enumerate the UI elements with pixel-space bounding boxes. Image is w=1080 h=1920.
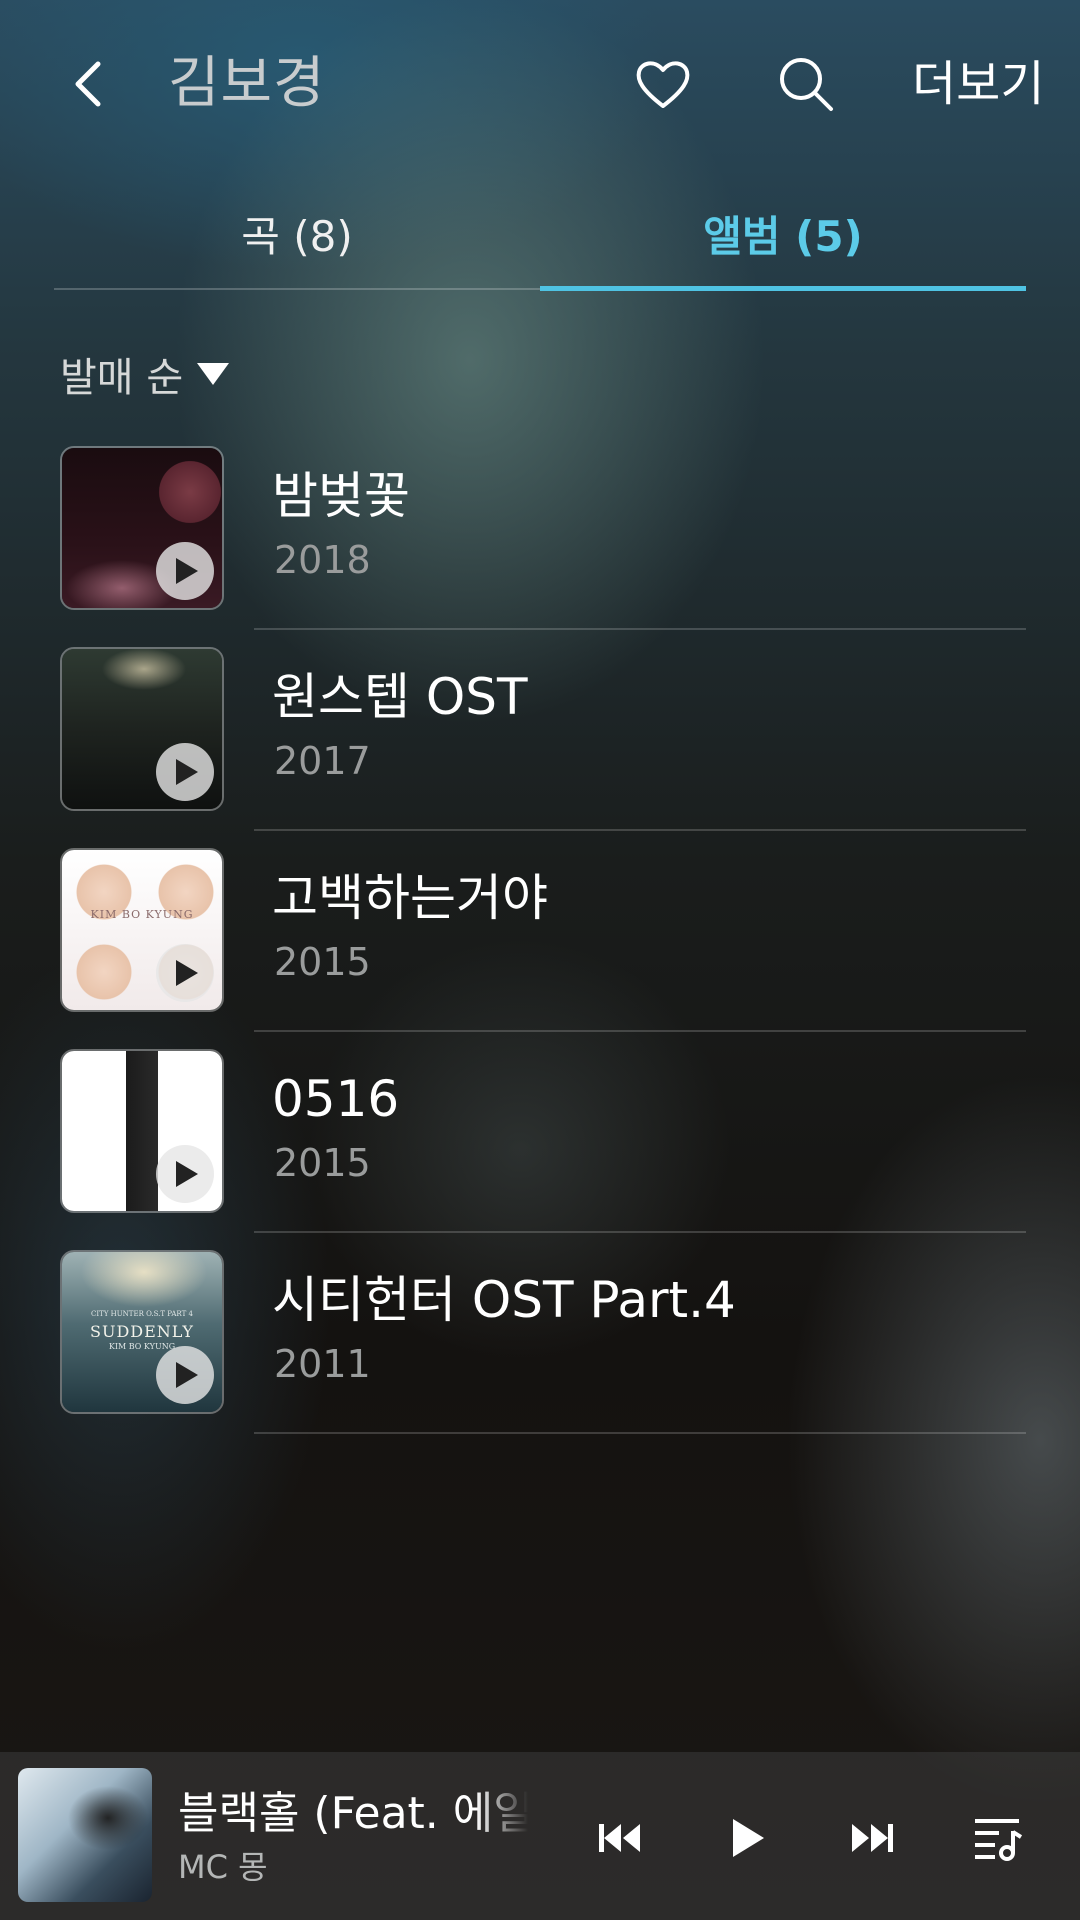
now-playing-artist: MC 몽 <box>178 1848 268 1886</box>
album-row[interactable]: 원스텝 OST 2017 <box>0 641 1080 841</box>
album-row[interactable]: 0516 2015 <box>0 1043 1080 1243</box>
queue-icon <box>975 1819 1023 1861</box>
album-year: 2018 <box>274 538 371 582</box>
album-year: 2015 <box>274 1141 371 1185</box>
play-icon <box>176 960 198 986</box>
album-year: 2015 <box>274 940 371 984</box>
previous-button[interactable] <box>582 1800 658 1876</box>
album-title: 밤벚꽃 <box>272 467 410 525</box>
album-art-text: KIM BO KYUNG <box>90 908 194 921</box>
tab-albums[interactable]: 앨범 (5) <box>540 180 1026 286</box>
tab-songs[interactable]: 곡 (8) <box>54 180 540 286</box>
play-icon <box>176 759 198 785</box>
heart-icon <box>636 61 690 108</box>
queue-button[interactable] <box>960 1800 1036 1876</box>
album-year: 2011 <box>274 1342 371 1386</box>
back-button[interactable] <box>52 48 124 120</box>
sort-label: 발매 순 <box>60 355 184 401</box>
album-play-button[interactable] <box>156 1346 214 1404</box>
album-cover[interactable] <box>60 1049 224 1213</box>
album-row[interactable]: CITY HUNTER O.S.T PART 4 SUDDENLY KIM BO… <box>0 1244 1080 1444</box>
play-icon <box>176 1362 198 1388</box>
album-cover[interactable]: CITY HUNTER O.S.T PART 4 SUDDENLY KIM BO… <box>60 1250 224 1414</box>
divider <box>254 829 1026 831</box>
album-row[interactable]: KIM BO KYUNG 고백하는거야 2015 <box>0 842 1080 1042</box>
album-cover[interactable] <box>60 446 224 610</box>
previous-icon <box>599 1824 640 1852</box>
next-icon <box>852 1824 893 1852</box>
album-art-text: CITY HUNTER O.S.T PART 4 <box>91 1310 193 1318</box>
play-button[interactable] <box>710 1800 786 1876</box>
mini-player: 블랙홀 (Feat. 에일리) MC 몽 <box>0 1752 1080 1920</box>
album-play-button[interactable] <box>156 944 214 1002</box>
search-icon <box>780 58 833 111</box>
play-icon <box>176 1161 198 1187</box>
album-cover[interactable]: KIM BO KYUNG <box>60 848 224 1012</box>
album-play-button[interactable] <box>156 542 214 600</box>
album-title: 시티헌터 OST Part.4 <box>272 1271 736 1329</box>
more-button[interactable]: 더보기 <box>912 44 1044 124</box>
divider <box>254 628 1026 630</box>
next-button[interactable] <box>834 1800 910 1876</box>
back-arrow-icon <box>75 61 101 107</box>
album-year: 2017 <box>274 739 371 783</box>
sort-arrow-icon <box>197 363 230 385</box>
divider <box>254 1231 1026 1233</box>
divider <box>254 1030 1026 1032</box>
active-tab-indicator <box>540 286 1026 291</box>
album-title: 고백하는거야 <box>272 869 548 927</box>
album-row[interactable]: 밤벚꽃 2018 <box>0 440 1080 640</box>
now-playing-title[interactable]: 블랙홀 (Feat. 에일리) <box>178 1782 528 1846</box>
tab-bar: 곡 (8) 앨범 (5) <box>54 180 1026 291</box>
now-playing-cover[interactable] <box>18 1768 152 1902</box>
sort-dropdown[interactable]: 발매 순 <box>60 342 230 406</box>
album-play-button[interactable] <box>156 1145 214 1203</box>
album-title: 0516 <box>272 1070 400 1128</box>
page-title: 김보경 <box>168 51 326 116</box>
album-cover[interactable] <box>60 647 224 811</box>
favorite-button[interactable] <box>625 46 701 122</box>
search-button[interactable] <box>768 46 844 122</box>
album-play-button[interactable] <box>156 743 214 801</box>
album-art-text: SUDDENLY <box>90 1322 194 1341</box>
play-icon <box>176 558 198 584</box>
album-title: 원스텝 OST <box>272 668 528 726</box>
play-icon <box>733 1819 764 1857</box>
divider <box>254 1432 1026 1434</box>
top-app-bar: 김보경 더보기 <box>0 0 1080 170</box>
